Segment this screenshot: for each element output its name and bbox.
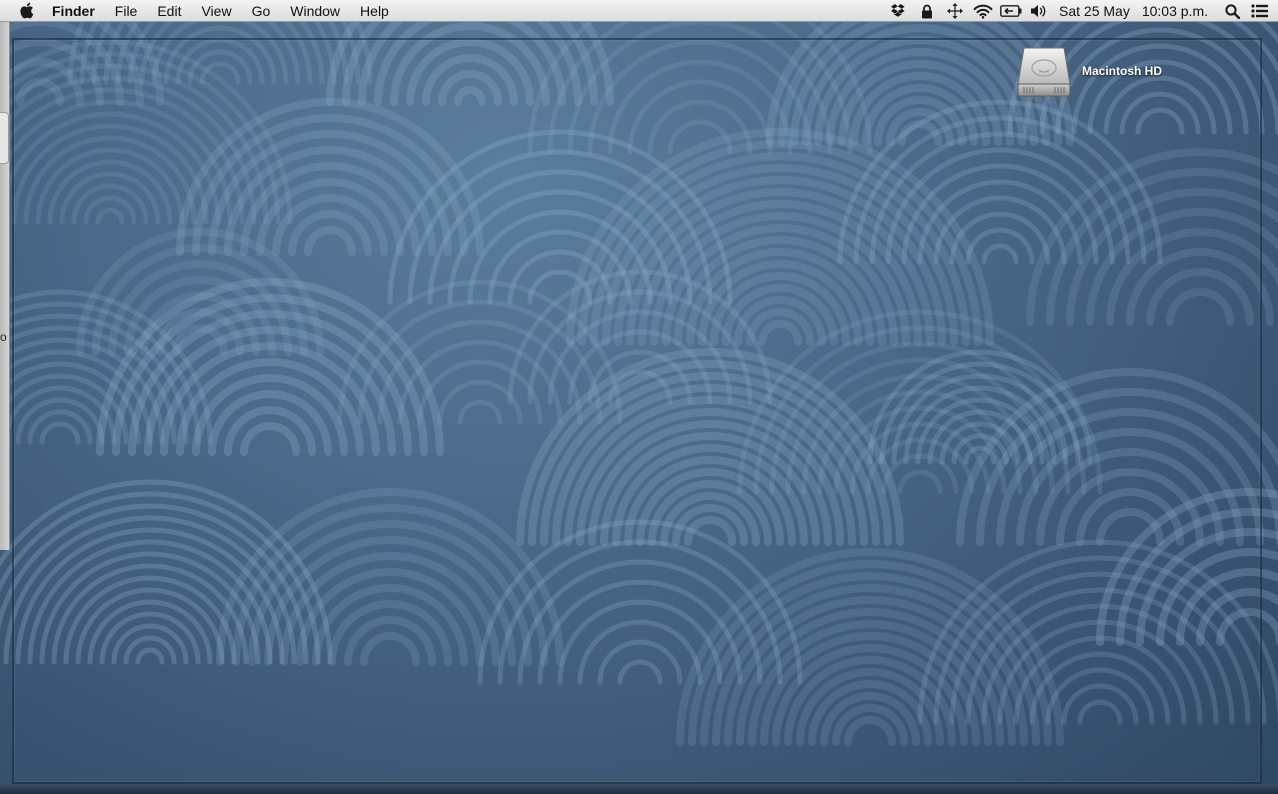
battery-icon[interactable] (997, 0, 1025, 22)
apple-menu-icon[interactable] (16, 0, 36, 22)
menu-edit[interactable]: Edit (147, 0, 191, 22)
menu-clock-time[interactable]: 10:03 p.m. (1136, 0, 1218, 22)
menu-window[interactable]: Window (280, 0, 350, 22)
window-edge-text: o (0, 330, 7, 344)
volume-icon[interactable] (1025, 0, 1053, 22)
move-icon[interactable] (941, 0, 969, 22)
window-tab-handle[interactable] (0, 112, 9, 164)
menu-file[interactable]: File (105, 0, 148, 22)
menu-app-finder[interactable]: Finder (52, 0, 105, 22)
menu-clock-date[interactable]: Sat 25 May (1053, 0, 1136, 22)
screen-frame (12, 38, 1262, 784)
dropbox-icon[interactable] (885, 0, 913, 22)
menu-bar: Finder File Edit View Go Window Help Sat… (0, 0, 1278, 22)
background-window-edge[interactable]: o (0, 22, 10, 550)
wifi-icon[interactable] (969, 0, 997, 22)
notification-list-icon[interactable] (1246, 0, 1274, 22)
menu-help[interactable]: Help (350, 0, 399, 22)
hard-drive-icon[interactable] (1012, 40, 1076, 104)
hard-drive-label[interactable]: Macintosh HD (1082, 64, 1162, 78)
desktop[interactable]: o Macintosh HD (0, 22, 1278, 794)
lock-icon[interactable] (913, 0, 941, 22)
menu-go[interactable]: Go (242, 0, 281, 22)
menu-view[interactable]: View (191, 0, 241, 22)
dock-edge (0, 784, 1278, 794)
spotlight-search-icon[interactable] (1218, 0, 1246, 22)
